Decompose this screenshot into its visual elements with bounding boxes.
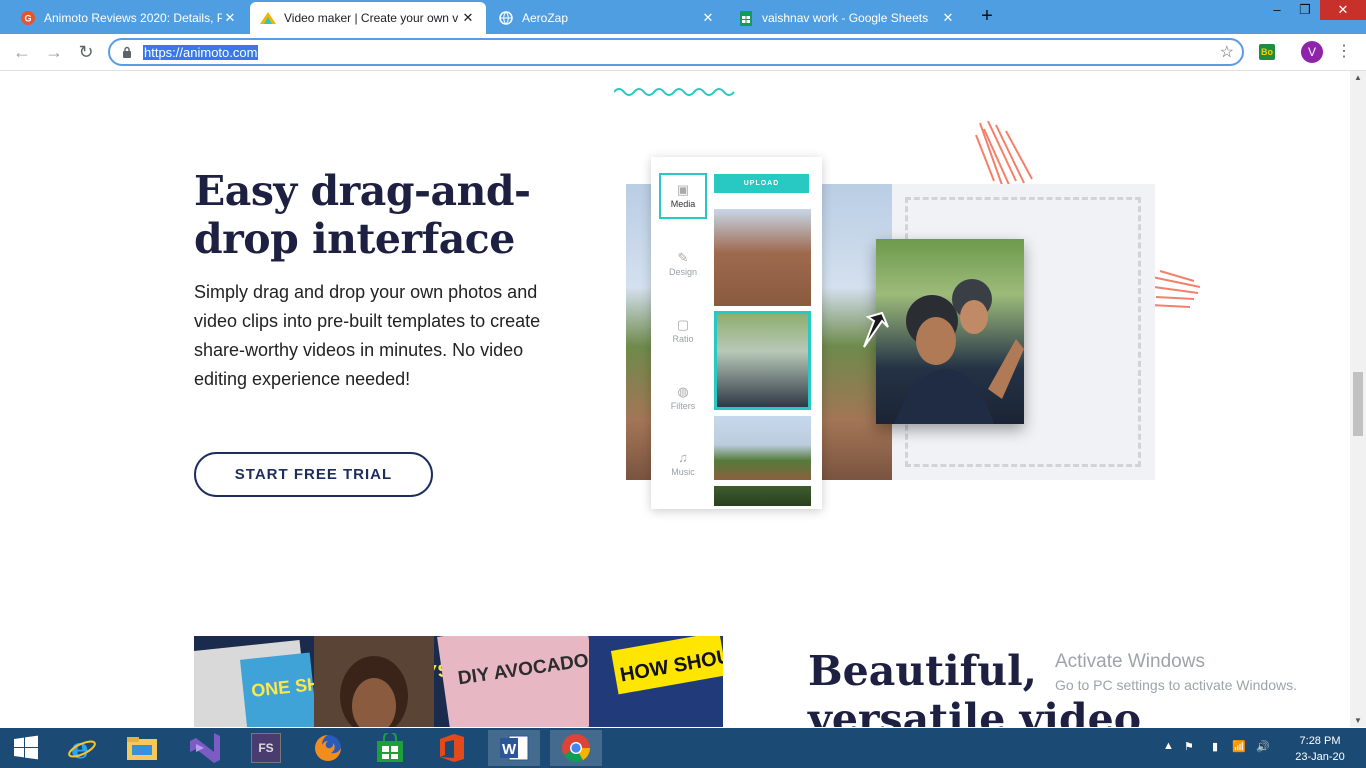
section-heading: Easy drag-and-drop interface	[194, 167, 531, 263]
reload-button[interactable]: ↻	[74, 40, 98, 64]
editor-media-panel: ▣ Media ✎ Design ▢ Ratio ◍ Filters ♫ Mus…	[651, 157, 822, 509]
scroll-up-arrow-icon[interactable]: ▲	[1354, 73, 1362, 82]
scroll-down-arrow-icon[interactable]: ▼	[1354, 716, 1362, 725]
media-thumbnail[interactable]	[714, 416, 811, 480]
sheets-favicon-icon	[738, 10, 754, 26]
close-tab-icon[interactable]: ✕	[460, 10, 476, 26]
tab-animoto-reviews[interactable]: G Animoto Reviews 2020: Details, P ✕	[10, 2, 248, 34]
browser-tab-strip: G Animoto Reviews 2020: Details, P ✕ Vid…	[0, 0, 1366, 34]
sidebar-item-filters[interactable]: ◍ Filters	[659, 383, 707, 411]
store-icon[interactable]	[364, 730, 416, 766]
filters-icon: ◍	[677, 384, 689, 399]
fs-app-icon[interactable]: FS	[240, 730, 292, 766]
forward-button[interactable]: →	[42, 40, 66, 64]
show-hidden-icons-icon[interactable]: ▲	[1163, 740, 1174, 752]
media-icon: ▣	[676, 182, 690, 197]
animoto-favicon-icon	[260, 10, 276, 26]
word-icon[interactable]: W	[488, 730, 540, 766]
page-scrollbar[interactable]: ▲ ▼	[1350, 71, 1366, 727]
bookmark-star-icon[interactable]: ☆	[1220, 42, 1234, 62]
tab-google-sheets[interactable]: vaishnav work - Google Sheets ✕	[728, 2, 966, 34]
close-tab-icon[interactable]: ✕	[940, 10, 956, 26]
close-tab-icon[interactable]: ✕	[222, 10, 238, 26]
windows-taskbar: e FS W ▲ ⚑ ▮ 📶 🔊 7:28 PM 23-Jan-20	[0, 728, 1366, 768]
dragged-photo	[876, 239, 1024, 424]
clock-date: 23-Jan-20	[1295, 751, 1345, 763]
design-icon: ✎	[677, 250, 689, 265]
firefox-icon[interactable]	[302, 730, 354, 766]
upload-button[interactable]: UPLOAD	[714, 174, 809, 193]
visual-studio-icon[interactable]	[178, 730, 230, 766]
sidebar-item-media[interactable]: ▣ Media	[659, 173, 707, 219]
media-thumbnail-selected[interactable]	[714, 311, 811, 410]
network-signal-icon[interactable]: 📶	[1232, 740, 1246, 753]
window-close-button[interactable]: ✕	[1320, 0, 1366, 20]
sidebar-item-ratio[interactable]: ▢ Ratio	[659, 316, 707, 344]
lock-icon	[123, 46, 131, 58]
g2-favicon-icon: G	[20, 10, 36, 26]
start-free-trial-button[interactable]: START FREE TRIAL	[194, 452, 433, 497]
internet-explorer-icon[interactable]: e	[56, 730, 108, 766]
address-bar[interactable]: https://animoto.com ☆	[108, 38, 1244, 66]
office-icon[interactable]	[426, 730, 478, 766]
tab-aerozap[interactable]: AeroZap ✕	[488, 2, 726, 34]
page-viewport: Easy drag-and-drop interface Simply drag…	[0, 71, 1350, 727]
sidebar-item-music[interactable]: ♫ Music	[659, 449, 707, 477]
sidebar-item-design[interactable]: ✎ Design	[659, 249, 707, 277]
action-center-flag-icon[interactable]: ⚑	[1184, 740, 1194, 753]
media-thumbnail[interactable]	[714, 486, 811, 506]
scrollbar-thumb[interactable]	[1353, 372, 1363, 436]
back-button[interactable]: ←	[10, 40, 34, 64]
battery-icon[interactable]: ▮	[1212, 740, 1218, 753]
restore-button[interactable]: ❐	[1290, 0, 1320, 20]
drag-cursor-icon	[863, 311, 889, 348]
volume-icon[interactable]: 🔊	[1256, 740, 1270, 753]
tab-title: Video maker | Create your own v	[284, 11, 459, 25]
file-explorer-icon[interactable]	[116, 730, 168, 766]
paint-splash-top	[975, 121, 1033, 187]
browser-menu-icon[interactable]: ⋮	[1336, 42, 1352, 62]
music-icon: ♫	[678, 450, 688, 465]
globe-icon	[498, 10, 514, 26]
squiggle-divider	[614, 88, 735, 96]
media-thumbnail[interactable]	[714, 209, 811, 306]
section-description: Simply drag and drop your own photos and…	[194, 282, 541, 389]
system-clock[interactable]: 7:28 PM 23-Jan-20	[1292, 733, 1348, 765]
clock-time: 7:28 PM	[1299, 735, 1341, 747]
url-text[interactable]: https://animoto.com	[143, 45, 259, 60]
ratio-icon: ▢	[676, 317, 690, 332]
minimize-button[interactable]: –	[1262, 0, 1292, 20]
svg-text:G: G	[25, 14, 32, 24]
activate-windows-watermark: Activate Windows Go to PC settings to ac…	[1055, 651, 1297, 693]
tab-title: Animoto Reviews 2020: Details, P	[44, 11, 222, 25]
paint-splash-right	[1150, 270, 1201, 308]
extension-icon[interactable]: Bo	[1259, 44, 1275, 60]
template-collage: ONE SHIRT FIVE WAYS DIY AVOCADO HAIR MAS…	[194, 636, 723, 727]
tab-title: AeroZap	[522, 11, 569, 25]
new-tab-button[interactable]: +	[976, 6, 998, 28]
windows-start-icon[interactable]	[0, 730, 52, 766]
browser-toolbar: ← → ↻ https://animoto.com ☆	[0, 34, 1366, 71]
tab-title: vaishnav work - Google Sheets	[762, 11, 929, 25]
tab-video-maker[interactable]: Video maker | Create your own v ✕	[250, 2, 486, 34]
profile-avatar[interactable]: V	[1301, 41, 1323, 63]
close-tab-icon[interactable]: ✕	[700, 10, 716, 26]
chrome-icon[interactable]	[550, 730, 602, 766]
svg-text:W: W	[502, 741, 517, 758]
